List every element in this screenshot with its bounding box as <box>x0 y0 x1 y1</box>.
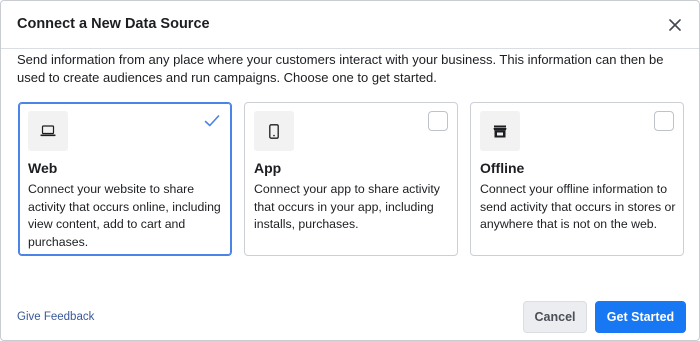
close-icon <box>669 19 681 31</box>
give-feedback-link[interactable]: Give Feedback <box>17 311 94 323</box>
offline-card-icon-box <box>480 111 520 151</box>
web-card-checkbox[interactable] <box>202 111 222 131</box>
web-card-icon-box <box>28 111 68 151</box>
app-source-card[interactable]: App Connect your app to share activity t… <box>244 102 458 256</box>
web-source-card[interactable]: Web Connect your website to share activi… <box>18 102 232 256</box>
web-card-description: Connect your website to share activity t… <box>28 182 221 250</box>
offline-card-description: Connect your offline information to send… <box>480 182 676 232</box>
web-card-title: Web <box>28 160 58 176</box>
checkmark-icon <box>204 115 220 127</box>
laptop-icon <box>40 125 56 137</box>
app-card-checkbox[interactable] <box>428 111 448 131</box>
app-card-title: App <box>254 160 282 176</box>
dialog-header: Connect a New Data Source <box>1 1 699 49</box>
app-card-icon-box <box>254 111 294 151</box>
phone-icon <box>269 123 279 139</box>
offline-card-title: Offline <box>480 160 525 176</box>
store-icon <box>493 125 507 137</box>
app-card-description: Connect your app to share activity that … <box>254 182 440 232</box>
offline-source-card[interactable]: Offline Connect your offline information… <box>470 102 684 256</box>
dialog-title: Connect a New Data Source <box>17 16 210 32</box>
dialog-description: Send information from any place where yo… <box>17 52 664 85</box>
close-button[interactable] <box>665 15 685 35</box>
cancel-button[interactable]: Cancel <box>523 301 587 333</box>
get-started-button[interactable]: Get Started <box>595 301 686 333</box>
connect-data-source-dialog: Connect a New Data Source Send informati… <box>0 0 700 341</box>
offline-card-checkbox[interactable] <box>654 111 674 131</box>
